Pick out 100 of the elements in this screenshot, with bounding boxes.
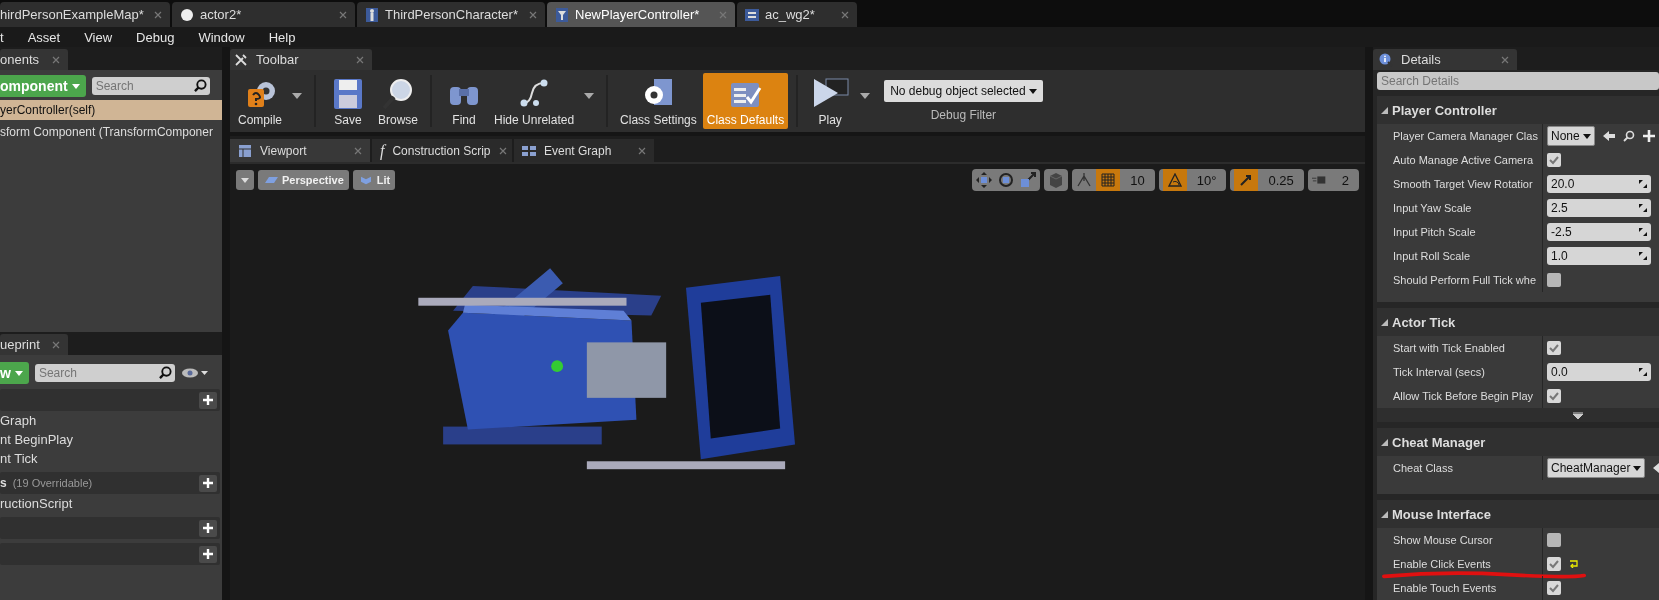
- close-icon[interactable]: [638, 146, 646, 155]
- checkbox[interactable]: [1547, 153, 1561, 167]
- checkbox[interactable]: [1547, 557, 1561, 571]
- snap-value-dropdown[interactable]: 10°: [1186, 172, 1227, 188]
- number-field[interactable]: 0.0: [1547, 363, 1651, 381]
- view-mode-button[interactable]: Perspective: [258, 170, 349, 190]
- document-tab[interactable]: actor2*: [172, 2, 355, 27]
- close-icon[interactable]: [841, 10, 849, 19]
- close-icon[interactable]: [52, 55, 60, 64]
- toolbar-button[interactable]: Browse: [374, 73, 423, 129]
- add-button[interactable]: [199, 519, 217, 537]
- search-field[interactable]: Search: [91, 77, 210, 95]
- close-icon[interactable]: [498, 146, 507, 155]
- world-space-toggle[interactable]: [1044, 169, 1069, 191]
- caret-icon[interactable]: [584, 93, 595, 99]
- search-icon[interactable]: [158, 366, 172, 379]
- editor-tab[interactable]: Viewport: [230, 139, 370, 162]
- menu-item[interactable]: Help: [256, 29, 308, 45]
- property-label: Input Yaw Scale: [1377, 196, 1543, 220]
- search-icon[interactable]: [193, 79, 207, 92]
- add-button[interactable]: [199, 545, 217, 563]
- panel-tab[interactable]: Details: [1373, 49, 1517, 70]
- plus-icon[interactable]: [1642, 130, 1655, 142]
- close-icon[interactable]: [339, 10, 347, 19]
- snap-toggle[interactable]: [1162, 169, 1187, 191]
- menu-item[interactable]: Asset: [15, 29, 73, 45]
- search-field[interactable]: Search Details: [1377, 72, 1659, 90]
- category-header[interactable]: Mouse Interface: [1377, 500, 1659, 528]
- eye-icon[interactable]: [180, 367, 209, 379]
- close-icon[interactable]: [356, 55, 364, 64]
- editor-tab[interactable]: f Construction Scrip: [372, 139, 512, 162]
- menu-item[interactable]: Debug: [124, 29, 187, 45]
- menu-item[interactable]: Window: [186, 29, 257, 45]
- viewport[interactable]: Perspective Lit 10 10° 0.25 2: [230, 162, 1365, 600]
- toolbar-button[interactable]: Class Settings: [616, 73, 701, 129]
- lighting-mode-button[interactable]: Lit: [352, 170, 396, 190]
- editor-tab[interactable]: Event Graph: [514, 139, 654, 162]
- camera-speed-dropdown[interactable]: 2: [1331, 172, 1359, 188]
- close-icon[interactable]: [52, 340, 60, 349]
- toolbar-button[interactable]: Save: [324, 73, 372, 129]
- checkbox[interactable]: [1547, 341, 1561, 355]
- check-icon: [1549, 559, 1559, 569]
- scale-icon[interactable]: [1020, 172, 1037, 188]
- component-item[interactable]: sform Component (TransformComponer: [0, 122, 222, 142]
- number-field[interactable]: 20.0: [1547, 175, 1651, 193]
- snap-value-dropdown[interactable]: 0.25: [1258, 172, 1304, 188]
- toolbar-button[interactable]: Hide Unrelated: [490, 73, 579, 129]
- expanded-arrow-icon: [1381, 510, 1388, 518]
- move-icon[interactable]: [976, 172, 993, 188]
- menu-item[interactable]: View: [72, 29, 125, 45]
- panel-tab[interactable]: ueprint: [0, 334, 68, 355]
- number-field[interactable]: 2.5: [1547, 199, 1651, 217]
- viewport-options-button[interactable]: [236, 170, 254, 190]
- component-item[interactable]: yerController(self): [0, 100, 222, 120]
- add-button[interactable]: [199, 474, 217, 492]
- class-dropdown[interactable]: None: [1547, 126, 1595, 146]
- class-dropdown[interactable]: CheatManager: [1547, 458, 1646, 478]
- search-field[interactable]: Search: [34, 364, 175, 382]
- category-header[interactable]: Actor Tick: [1377, 308, 1659, 336]
- left-arrow-icon[interactable]: [1602, 130, 1615, 142]
- checkbox[interactable]: [1547, 533, 1561, 547]
- number-field[interactable]: 1.0: [1547, 247, 1651, 265]
- debug-object-dropdown[interactable]: No debug object selected: [884, 80, 1043, 102]
- checkbox[interactable]: [1547, 389, 1561, 403]
- graph-item[interactable]: Graph: [0, 411, 222, 430]
- close-icon[interactable]: [154, 10, 162, 19]
- document-tab[interactable]: hirdPersonExampleMap*: [0, 2, 170, 27]
- section-header[interactable]: s (19 Overridable): [0, 472, 220, 494]
- toolbar-button[interactable]: Compile: [234, 73, 286, 129]
- panel-tab[interactable]: Toolbar: [230, 49, 372, 70]
- document-tab[interactable]: ac_wg2*: [737, 2, 857, 27]
- caret-icon[interactable]: [860, 93, 871, 99]
- property-label: Auto Manage Active Camera: [1377, 148, 1543, 172]
- graph-item[interactable]: nt Tick: [0, 449, 222, 468]
- snap-value-dropdown[interactable]: 10: [1120, 172, 1155, 188]
- snap-toggle[interactable]: [1096, 169, 1121, 191]
- panel-tab[interactable]: onents: [0, 49, 68, 70]
- checkbox[interactable]: [1547, 581, 1561, 595]
- checkbox[interactable]: [1547, 273, 1561, 287]
- close-icon[interactable]: [1501, 55, 1509, 64]
- document-tab[interactable]: NewPlayerController*: [547, 2, 735, 27]
- menu-item[interactable]: t: [0, 29, 16, 45]
- toolbar-button[interactable]: Play: [806, 73, 855, 129]
- category-header[interactable]: Player Controller: [1377, 96, 1659, 124]
- graph-item[interactable]: nt BeginPlay: [0, 430, 222, 449]
- toolbar-button[interactable]: Find: [440, 73, 489, 129]
- graph-item[interactable]: ructionScript: [0, 494, 222, 513]
- add-button[interactable]: [199, 391, 217, 409]
- snap-toggle[interactable]: [1234, 169, 1259, 191]
- surface-snap-icon[interactable]: [1076, 172, 1093, 188]
- angle-icon: [1167, 173, 1182, 187]
- rotate-icon[interactable]: [998, 172, 1015, 188]
- search-icon[interactable]: [1622, 130, 1635, 142]
- reset-arrow-icon[interactable]: [1569, 560, 1579, 568]
- close-icon[interactable]: [354, 146, 362, 155]
- caret-icon[interactable]: [292, 93, 302, 99]
- close-icon[interactable]: [529, 10, 537, 19]
- number-field[interactable]: -2.5: [1547, 223, 1651, 241]
- document-tab[interactable]: ThirdPersonCharacter*: [357, 2, 545, 27]
- category-header[interactable]: Cheat Manager: [1377, 428, 1659, 456]
